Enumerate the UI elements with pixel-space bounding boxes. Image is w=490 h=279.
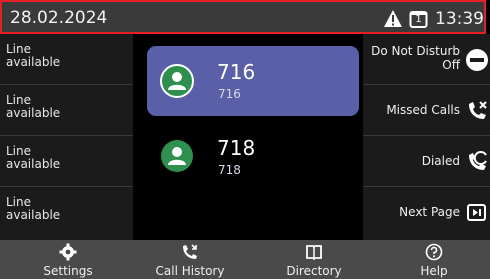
call-number: 716 [217, 60, 256, 84]
dnd-label: Do Not Disturb Off [371, 44, 460, 72]
dialed-label: Dialed [421, 154, 460, 168]
nav-call-history-label: Call History [155, 264, 225, 278]
calls-panel: 716 716 718 718 [133, 34, 363, 240]
status-bar: 28.02.2024 1 13:39 [0, 0, 486, 34]
nav-call-history[interactable]: Call History [140, 240, 240, 279]
bottom-nav: Settings Call History Directory Help [0, 240, 490, 279]
contact-avatar-icon [160, 64, 194, 98]
dnd-state: Off [442, 58, 460, 72]
line-key-status: Line available [6, 195, 61, 222]
call-subnumber: 716 [218, 87, 241, 101]
softkeys-panel: Do Not Disturb Off Missed Calls Dialed N… [363, 34, 490, 240]
missed-call-icon [464, 98, 490, 124]
status-indicators: 1 13:39 [383, 7, 484, 31]
next-page-button[interactable]: Next Page [363, 187, 490, 240]
dialed-call-icon [464, 149, 490, 175]
do-not-disturb-icon [464, 47, 490, 73]
dnd-title: Do Not Disturb [371, 44, 460, 58]
nav-directory-label: Directory [286, 264, 342, 278]
missed-calls-button[interactable]: Missed Calls [363, 85, 490, 136]
help-icon [425, 243, 443, 261]
book-icon [305, 243, 323, 261]
nav-help[interactable]: Help [390, 240, 478, 279]
nav-help-label: Help [420, 264, 448, 278]
line-key-status: Line available [6, 93, 61, 120]
nav-settings[interactable]: Settings [18, 240, 118, 279]
call-item-718[interactable]: 718 718 [147, 126, 359, 186]
nav-settings-label: Settings [43, 264, 93, 278]
line-badge-icon: 1 [409, 9, 429, 29]
line-key-status: Line available [6, 144, 61, 171]
next-page-icon [464, 200, 490, 226]
phone-screen: 28.02.2024 1 13:39 Line available Line a… [0, 0, 490, 279]
call-subnumber: 718 [218, 163, 241, 177]
line-keys-panel: Line available Line available Line avail… [0, 34, 133, 240]
line-key-status: Line available [6, 42, 61, 69]
missed-calls-label: Missed Calls [386, 103, 460, 117]
time-label: 13:39 [435, 9, 484, 29]
next-page-label: Next Page [399, 205, 460, 219]
line-key-1[interactable]: Line available [0, 34, 133, 85]
call-history-icon [181, 243, 199, 261]
line-badge-number: 1 [415, 14, 422, 25]
contact-avatar-icon [161, 140, 193, 172]
line-key-3[interactable]: Line available [0, 136, 133, 187]
call-number: 718 [217, 136, 256, 160]
warning-icon[interactable] [383, 9, 403, 29]
nav-directory[interactable]: Directory [264, 240, 364, 279]
line-key-4[interactable]: Line available [0, 187, 133, 240]
do-not-disturb-button[interactable]: Do Not Disturb Off [363, 34, 490, 85]
date-label: 28.02.2024 [10, 8, 108, 28]
dialed-button[interactable]: Dialed [363, 136, 490, 187]
call-item-716[interactable]: 716 716 [147, 46, 359, 116]
line-key-2[interactable]: Line available [0, 85, 133, 136]
gear-icon [59, 243, 77, 261]
